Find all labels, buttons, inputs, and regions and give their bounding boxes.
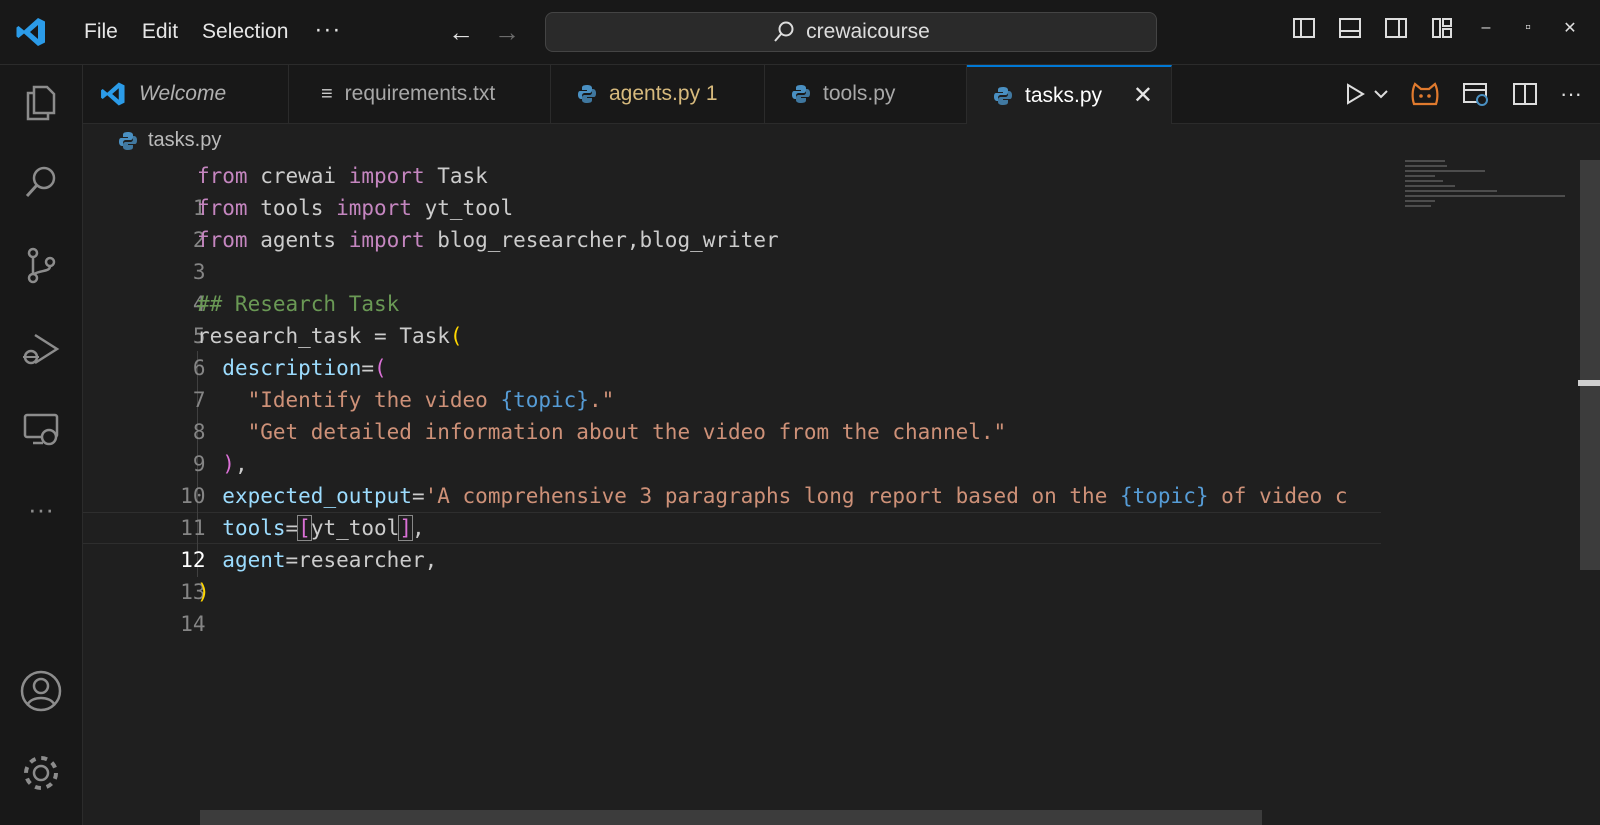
- minimize-window-icon[interactable]: –: [1474, 19, 1498, 37]
- code-line: 13 agent=researcher,: [83, 544, 1383, 604]
- activity-bar: ···: [0, 65, 83, 825]
- tab-welcome[interactable]: Welcome: [83, 65, 289, 123]
- back-arrow-icon[interactable]: ←: [448, 16, 474, 48]
- toggle-secondary-sidebar-icon[interactable]: [1382, 14, 1410, 42]
- tab-label: Welcome: [139, 82, 227, 105]
- vscode-logo-icon: [101, 82, 125, 106]
- tab-tools-py[interactable]: tools.py: [765, 65, 967, 123]
- chevron-down-icon[interactable]: [1374, 79, 1388, 109]
- menu-selection[interactable]: Selection: [190, 16, 300, 48]
- code-line: 4: [83, 256, 1383, 316]
- editor-tab-bar: Welcome ≡ requirements.txt agents.py 1 t…: [83, 65, 1600, 124]
- customize-layout-icon[interactable]: [1428, 14, 1456, 42]
- layout-controls: – ▫ ✕: [1290, 14, 1582, 42]
- tab-label: tools.py: [823, 82, 896, 105]
- vscode-logo-icon[interactable]: [14, 15, 48, 49]
- open-preview-icon[interactable]: [1462, 79, 1490, 109]
- tab-label: agents.py 1: [609, 82, 718, 105]
- more-actions-icon[interactable]: ···: [1560, 79, 1582, 109]
- editor-actions: ···: [1344, 79, 1582, 109]
- code-line: 2 from tools import yt_tool: [83, 192, 1383, 252]
- close-tab-icon[interactable]: ✕: [1133, 81, 1153, 110]
- search-icon: [774, 21, 794, 42]
- python-file-icon: [792, 85, 810, 103]
- explorer-icon[interactable]: [19, 80, 63, 124]
- menu-edit[interactable]: Edit: [130, 16, 190, 48]
- code-line: 5 ## Research Task: [83, 288, 1383, 348]
- code-line: 11 expected_output='A comprehensive 3 pa…: [83, 480, 1383, 540]
- python-file-icon: [119, 131, 137, 150]
- run-and-debug-icon[interactable]: [19, 327, 63, 371]
- command-center-search[interactable]: crewaicourse: [545, 12, 1157, 52]
- close-window-icon[interactable]: ✕: [1558, 18, 1582, 38]
- minimap[interactable]: [1405, 160, 1575, 220]
- code-line: 10 ),: [83, 448, 1383, 508]
- tab-label: requirements.txt: [344, 82, 496, 105]
- search-label: crewaicourse: [806, 20, 930, 43]
- code-line: 3 from agents import blog_researcher,blo…: [83, 224, 1383, 284]
- menu-bar: File Edit Selection ···: [72, 16, 355, 48]
- tab-requirements-txt[interactable]: ≡ requirements.txt: [289, 65, 551, 123]
- code-line: 7 description=(: [83, 352, 1383, 412]
- code-line-current: 12 tools=[yt_tool],: [83, 512, 1383, 572]
- copilot-cat-icon[interactable]: [1410, 79, 1440, 109]
- forward-arrow-icon[interactable]: →: [494, 16, 520, 48]
- code-line: 9 "Get detailed information about the vi…: [83, 416, 1383, 476]
- source-control-icon[interactable]: [19, 243, 63, 287]
- toggle-primary-sidebar-icon[interactable]: [1290, 14, 1318, 42]
- menu-more-icon[interactable]: ···: [300, 16, 355, 48]
- more-views-icon[interactable]: ···: [19, 487, 63, 531]
- title-bar: File Edit Selection ··· ← → crewaicourse…: [0, 0, 1600, 65]
- menu-file[interactable]: File: [72, 16, 130, 48]
- remote-explorer-icon[interactable]: [19, 407, 63, 451]
- python-file-icon: [578, 85, 596, 103]
- settings-gear-icon[interactable]: [19, 751, 63, 795]
- scrollbar-cursor-marker: [1578, 380, 1600, 386]
- breadcrumb[interactable]: tasks.py: [118, 129, 221, 152]
- line-number: 14: [180, 612, 206, 636]
- text-file-icon: ≡: [321, 82, 333, 105]
- vertical-scrollbar[interactable]: [1580, 160, 1600, 570]
- horizontal-scrollbar[interactable]: [200, 810, 1262, 825]
- search-activity-icon[interactable]: [19, 160, 63, 204]
- code-line: 14 ): [83, 576, 1383, 636]
- code-line: 6 research_task = Task(: [83, 320, 1383, 380]
- code-line: 1 from crewai import Task: [83, 160, 1383, 220]
- accounts-icon[interactable]: [19, 669, 63, 713]
- toggle-panel-icon[interactable]: [1336, 14, 1364, 42]
- tab-label: tasks.py: [1025, 83, 1103, 107]
- restore-window-icon[interactable]: ▫: [1516, 19, 1540, 37]
- code-editor[interactable]: 1 from crewai import Task 2 from tools i…: [83, 160, 1383, 810]
- navigation-arrows: ← →: [448, 16, 520, 48]
- code-line: 8 "Identify the video {topic}.": [83, 384, 1383, 444]
- breadcrumb-file: tasks.py: [148, 129, 222, 151]
- python-file-icon: [994, 86, 1012, 105]
- tab-agents-py[interactable]: agents.py 1: [551, 65, 765, 123]
- tab-tasks-py[interactable]: tasks.py ✕: [967, 65, 1172, 124]
- split-editor-icon[interactable]: [1512, 79, 1538, 109]
- run-python-file-icon[interactable]: [1344, 79, 1366, 109]
